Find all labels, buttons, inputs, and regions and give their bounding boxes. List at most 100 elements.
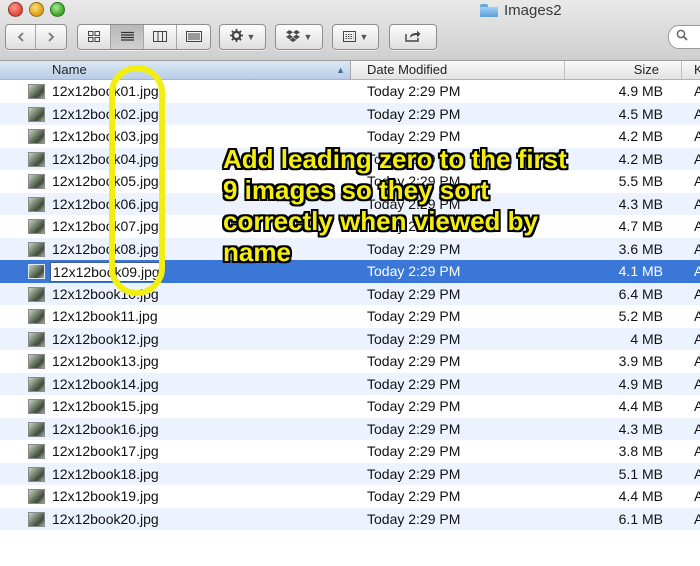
- close-window-button[interactable]: [8, 2, 23, 17]
- window-title: Images2: [480, 0, 562, 20]
- kind-column-label: K: [694, 62, 700, 77]
- file-row[interactable]: 12x12book19.jpg Today 2:29 PM 4.4 MB A: [0, 485, 700, 508]
- file-name: 12x12book13.jpg: [52, 353, 159, 369]
- search-field[interactable]: [668, 25, 700, 49]
- file-name: 12x12book20.jpg: [52, 510, 159, 527]
- search-icon: [676, 29, 688, 44]
- image-file-icon: [28, 309, 45, 324]
- file-row[interactable]: 12x12book12.jpg Today 2:29 PM 4 MB A: [0, 327, 700, 350]
- image-file-icon: [28, 264, 45, 279]
- list-view-button[interactable]: [111, 25, 144, 49]
- share-button-inner[interactable]: [390, 25, 436, 49]
- image-file-icon: [28, 444, 45, 459]
- icon-view-icon: [88, 30, 100, 45]
- action-menu-inner[interactable]: ▼: [220, 25, 265, 49]
- chevron-down-icon: ▼: [303, 32, 313, 42]
- back-button[interactable]: [6, 25, 36, 49]
- file-kind: A: [694, 240, 700, 257]
- file-name: 12x12book12.jpg: [52, 330, 159, 347]
- file-row[interactable]: 12x12book20.jpg Today 2:29 PM 6.1 MB A: [0, 507, 700, 530]
- file-date-modified: Today 2:29 PM: [367, 308, 461, 324]
- file-size: 3.9 MB: [618, 353, 663, 369]
- dropbox-menu-button[interactable]: ▼: [275, 24, 323, 50]
- file-row[interactable]: 12x12book18.jpg Today 2:29 PM 5.1 MB A: [0, 462, 700, 485]
- file-date-modified: Today 2:29 PM: [367, 375, 461, 392]
- image-file-icon: [28, 106, 45, 122]
- gear-icon: [229, 29, 243, 45]
- column-view-button[interactable]: [144, 25, 177, 49]
- forward-button[interactable]: [36, 25, 66, 49]
- column-header: Name ▲ Date Modified Size K: [0, 61, 700, 80]
- kind-column-header[interactable]: K: [682, 61, 700, 79]
- file-row[interactable]: 12x12book16.jpg Today 2:29 PM 4.3 MB A: [0, 417, 700, 440]
- file-row[interactable]: 12x12book02.jpg Today 2:29 PM 4.5 MB A: [0, 102, 700, 125]
- nav-buttons: [5, 24, 67, 50]
- date-column-header[interactable]: Date Modified: [359, 61, 565, 79]
- view-mode-buttons: [77, 24, 211, 50]
- name-column-header[interactable]: Name ▲: [0, 61, 351, 79]
- arrange-menu-inner[interactable]: ▼: [333, 25, 378, 49]
- file-kind: A: [694, 443, 700, 459]
- folder-icon: [480, 3, 498, 17]
- file-date-modified: Today 2:29 PM: [367, 285, 461, 302]
- file-kind: A: [694, 465, 700, 482]
- file-size: 6.1 MB: [618, 510, 663, 527]
- file-kind: A: [694, 218, 700, 234]
- dropbox-menu-inner[interactable]: ▼: [276, 25, 322, 49]
- file-kind: A: [694, 150, 700, 167]
- file-kind: A: [694, 195, 700, 212]
- file-size: 4.3 MB: [618, 420, 663, 437]
- file-name: 12x12book18.jpg: [52, 465, 159, 482]
- file-row[interactable]: 12x12book14.jpg Today 2:29 PM 4.9 MB A: [0, 372, 700, 395]
- action-menu-button[interactable]: ▼: [219, 24, 266, 50]
- file-row[interactable]: 12x12book11.jpg Today 2:29 PM 5.2 MB A: [0, 305, 700, 328]
- file-size: 4.5 MB: [618, 105, 663, 122]
- chevron-left-icon: [17, 30, 25, 45]
- file-row[interactable]: 12x12book17.jpg Today 2:29 PM 3.8 MB A: [0, 440, 700, 463]
- file-size: 4.4 MB: [618, 488, 663, 504]
- image-file-icon: [28, 376, 45, 392]
- image-file-icon: [28, 84, 45, 99]
- file-date-modified: Today 2:29 PM: [367, 105, 461, 122]
- file-name: 12x12book11.jpg: [52, 308, 158, 324]
- file-row[interactable]: 12x12book13.jpg Today 2:29 PM 3.9 MB A: [0, 350, 700, 373]
- file-name: 12x12book16.jpg: [52, 420, 159, 437]
- file-kind: A: [694, 353, 700, 369]
- arrange-menu-button[interactable]: ▼: [332, 24, 379, 50]
- file-date-modified: Today 2:29 PM: [367, 420, 461, 437]
- coverflow-view-button[interactable]: [177, 25, 210, 49]
- icon-view-button[interactable]: [78, 25, 111, 49]
- annotation-note: Add leading zero to the first 9 images s…: [223, 144, 567, 267]
- file-date-modified: Today 2:29 PM: [367, 465, 461, 482]
- sort-ascending-icon: ▲: [336, 65, 345, 75]
- file-name: 12x12book14.jpg: [52, 375, 159, 392]
- image-file-icon: [28, 129, 45, 144]
- chevron-down-icon: ▼: [246, 32, 256, 42]
- file-size: 4 MB: [630, 330, 663, 347]
- size-column-header[interactable]: Size: [565, 61, 682, 79]
- file-row[interactable]: 12x12book10.jpg Today 2:29 PM 6.4 MB A: [0, 282, 700, 305]
- image-file-icon: [28, 354, 45, 369]
- image-file-icon: [28, 331, 45, 347]
- image-file-icon: [28, 421, 45, 437]
- file-size: 5.1 MB: [618, 465, 663, 482]
- minimize-window-button[interactable]: [29, 2, 44, 17]
- image-file-icon: [28, 489, 45, 504]
- file-size: 3.8 MB: [618, 443, 663, 459]
- file-kind: A: [694, 488, 700, 504]
- file-kind: A: [694, 128, 700, 144]
- chevron-down-icon: ▼: [359, 32, 369, 42]
- share-button[interactable]: [389, 24, 437, 50]
- name-column-label: Name: [52, 62, 87, 77]
- file-row[interactable]: 12x12book01.jpg Today 2:29 PM 4.9 MB A: [0, 80, 700, 103]
- file-date-modified: Today 2:29 PM: [367, 330, 461, 347]
- file-size: 4.9 MB: [618, 83, 663, 99]
- image-file-icon: [28, 399, 45, 414]
- file-row[interactable]: 12x12book15.jpg Today 2:29 PM 4.4 MB A: [0, 395, 700, 418]
- file-date-modified: Today 2:29 PM: [367, 398, 461, 414]
- file-kind: A: [694, 308, 700, 324]
- file-date-modified: Today 2:29 PM: [367, 488, 461, 504]
- arrange-icon: [342, 30, 356, 45]
- zoom-window-button[interactable]: [50, 2, 65, 17]
- size-column-label: Size: [633, 62, 659, 77]
